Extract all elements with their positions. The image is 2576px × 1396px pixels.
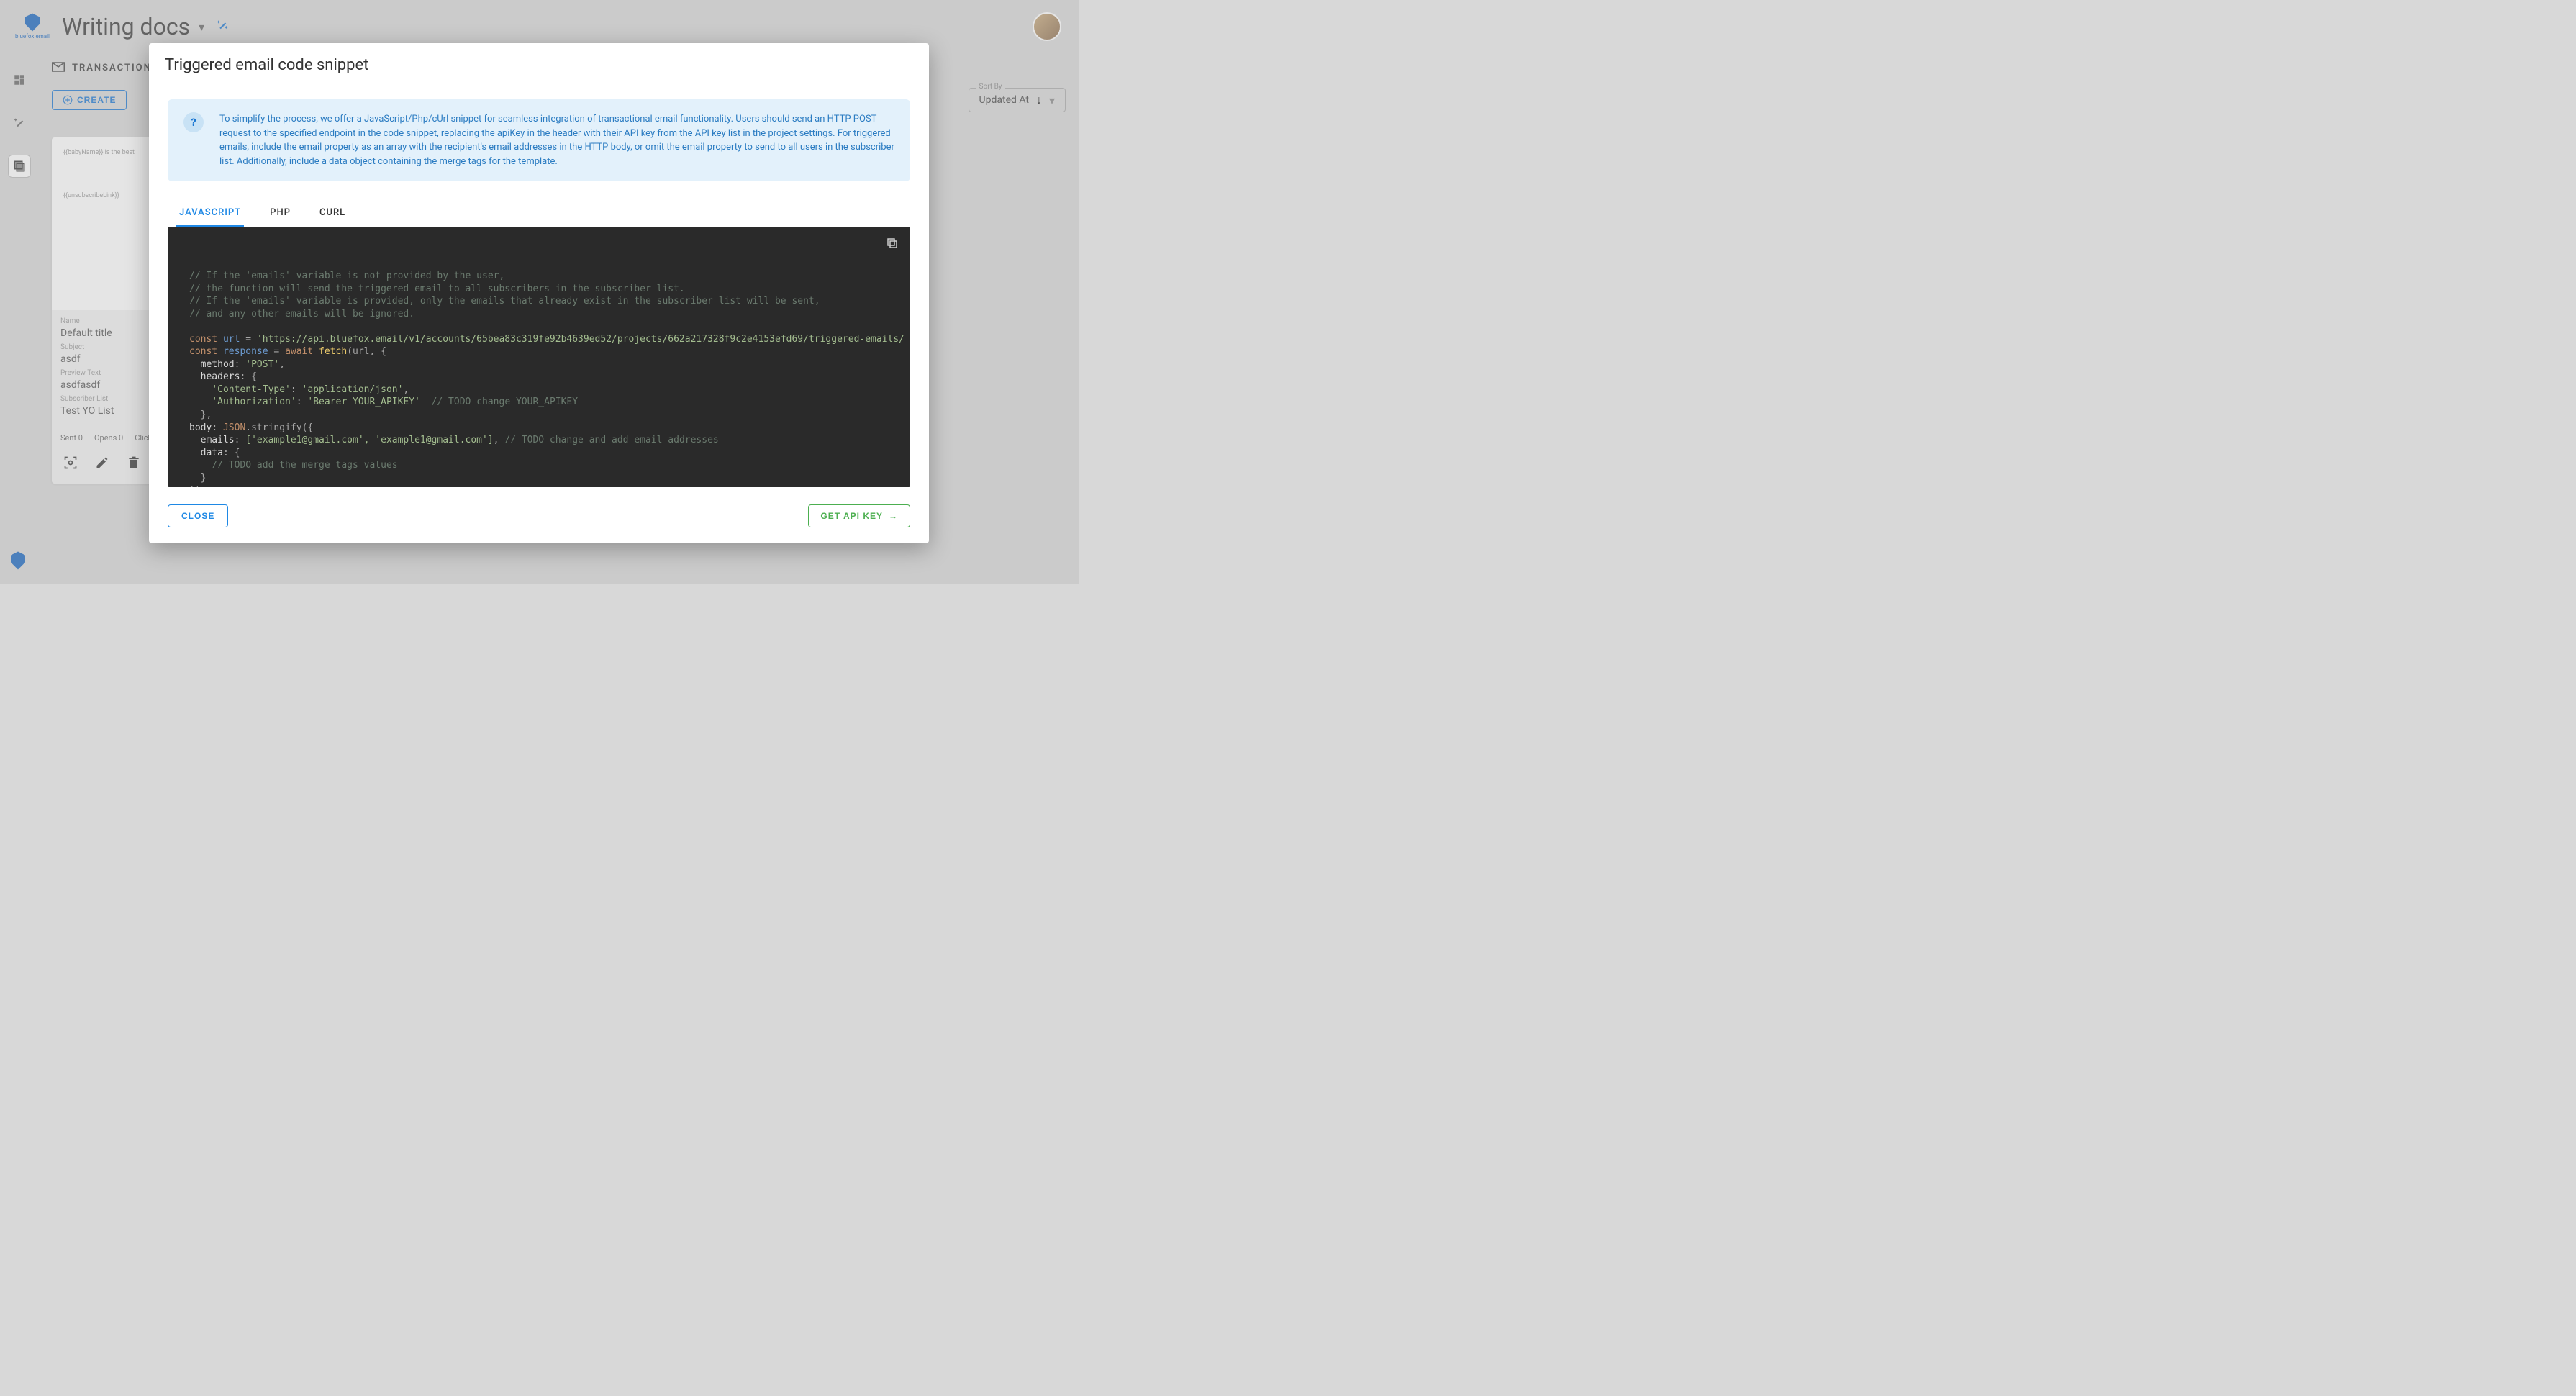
code-snippet-modal: Triggered email code snippet ? To simpli… (149, 43, 929, 543)
tab-javascript[interactable]: JAVASCRIPT (176, 200, 244, 227)
info-box: ? To simplify the process, we offer a Ja… (168, 99, 910, 181)
modal-body: ? To simplify the process, we offer a Ja… (149, 83, 929, 494)
help-icon: ? (183, 112, 204, 132)
modal-title: Triggered email code snippet (165, 56, 913, 74)
close-button[interactable]: CLOSE (168, 504, 228, 527)
code-content: // If the 'emails' variable is not provi… (189, 270, 845, 487)
get-api-key-button[interactable]: GET API KEY → (808, 504, 910, 527)
modal-footer: CLOSE GET API KEY → (149, 494, 929, 543)
info-text: To simplify the process, we offer a Java… (219, 112, 894, 168)
code-panel: // If the 'emails' variable is not provi… (168, 227, 910, 487)
tab-php[interactable]: PHP (267, 200, 294, 227)
arrow-right-icon: → (889, 511, 898, 521)
code-tabs: JAVASCRIPT PHP CURL (168, 200, 910, 227)
modal-header: Triggered email code snippet (149, 43, 929, 83)
copy-icon[interactable] (886, 237, 899, 255)
tab-curl[interactable]: CURL (317, 200, 348, 227)
get-api-key-label: GET API KEY (820, 511, 883, 521)
